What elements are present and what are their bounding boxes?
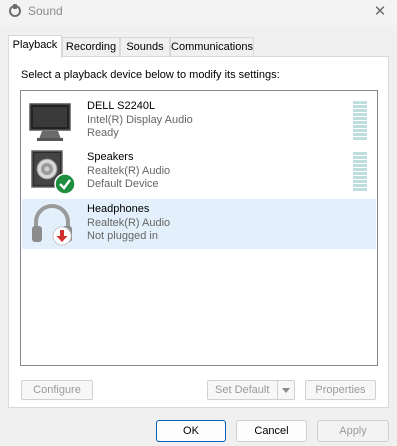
device-item-speakers[interactable]: Speakers Realtek(R) Audio Default Device	[22, 147, 376, 197]
chevron-down-icon[interactable]	[277, 381, 294, 399]
apply-button[interactable]: Apply	[317, 420, 389, 442]
tab-playback[interactable]: Playback	[8, 35, 62, 58]
device-status: Not plugged in	[87, 230, 158, 242]
device-name: Speakers	[87, 151, 134, 163]
device-item-headphones[interactable]: Headphones Realtek(R) Audio Not plugged …	[22, 199, 376, 249]
tab-recording[interactable]: Recording	[62, 37, 120, 56]
cancel-button[interactable]: Cancel	[236, 420, 307, 442]
title-bar: Sound ✕	[0, 0, 397, 26]
device-driver: Intel(R) Display Audio	[87, 114, 193, 126]
unplugged-arrow-icon	[52, 226, 72, 246]
set-default-split-button[interactable]: Set Default	[207, 380, 295, 400]
device-status: Ready	[87, 127, 119, 139]
close-button[interactable]: ✕	[369, 1, 391, 23]
device-status: Default Device	[87, 178, 159, 190]
device-item-dell[interactable]: DELL S2240L Intel(R) Display Audio Ready	[22, 96, 376, 146]
tab-sounds[interactable]: Sounds	[120, 37, 170, 56]
configure-button[interactable]: Configure	[21, 380, 93, 400]
ok-button[interactable]: OK	[156, 420, 226, 442]
instruction-text: Select a playback device below to modify…	[21, 69, 280, 81]
level-meter	[353, 152, 367, 192]
playback-panel: Select a playback device below to modify…	[8, 56, 389, 408]
device-name: DELL S2240L	[87, 100, 156, 112]
sound-app-icon	[9, 4, 21, 17]
device-driver: Realtek(R) Audio	[87, 165, 171, 177]
device-list: DELL S2240L Intel(R) Display Audio Ready…	[20, 90, 378, 366]
device-name: Headphones	[87, 203, 150, 215]
set-default-label: Set Default	[215, 384, 270, 396]
default-check-icon	[54, 173, 76, 195]
level-meter	[353, 101, 367, 141]
device-driver: Realtek(R) Audio	[87, 217, 171, 229]
tab-communications[interactable]: Communications	[170, 37, 254, 56]
properties-button[interactable]: Properties	[305, 380, 376, 400]
monitor-icon	[29, 103, 71, 141]
window-title: Sound	[28, 4, 63, 18]
